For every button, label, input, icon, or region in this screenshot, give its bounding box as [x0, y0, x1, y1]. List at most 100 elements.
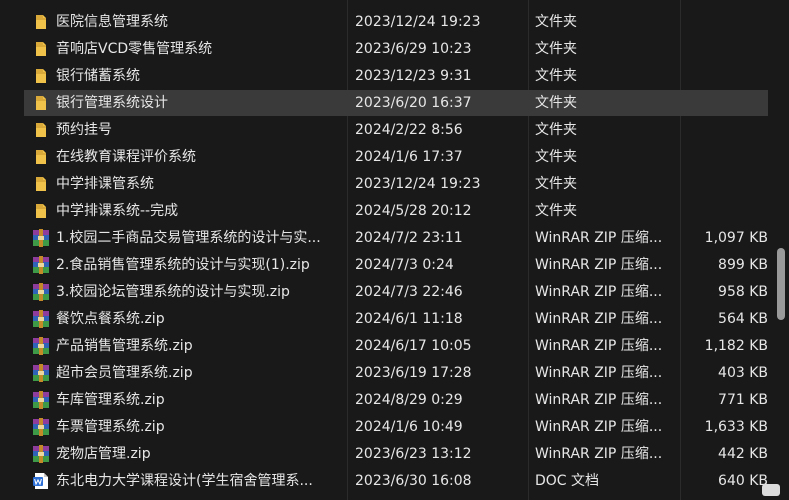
file-row[interactable]: 车库管理系统.zip 2024/8/29 0:29 WinRAR ZIP 压缩...… — [24, 387, 768, 413]
file-row[interactable]: 产品销售管理系统.zip 2024/6/17 10:05 WinRAR ZIP 压缩… — [24, 333, 768, 359]
winrar-zip-icon — [32, 337, 50, 355]
file-row[interactable]: 医院信息管理系统 2023/12/24 19:23 文件夹 — [24, 9, 768, 35]
vertical-scrollbar[interactable] — [771, 0, 789, 500]
file-name: 银行管理系统设计 — [56, 95, 168, 111]
file-size: 403 KB — [718, 365, 768, 381]
modified-date: 2023/12/24 19:23 — [355, 176, 481, 192]
file-row[interactable]: 银行管理系统设计 2023/6/20 16:37 文件夹 — [24, 90, 768, 116]
winrar-zip-icon — [32, 310, 50, 328]
file-type: WinRAR ZIP 压缩... — [535, 392, 663, 408]
word-doc-icon — [32, 472, 50, 490]
file-row[interactable]: 东北电力大学课程设计(学生宿舍管理系... 2023/6/30 16:08 DOC … — [24, 468, 768, 494]
file-name: 宠物店管理.zip — [56, 446, 151, 462]
folder-icon — [32, 40, 50, 58]
file-name: 中学排课管系统 — [56, 176, 154, 192]
file-row[interactable]: 音响店VCD零售管理系统 2023/6/29 10:23 文件夹 — [24, 36, 768, 62]
scrollbar-thumb[interactable] — [777, 248, 785, 320]
modified-date: 2024/7/2 23:11 — [355, 230, 463, 246]
file-size: 958 KB — [718, 284, 768, 300]
file-name: 东北电力大学课程设计(学生宿舍管理系... — [56, 473, 313, 489]
corner-badge — [762, 484, 780, 496]
file-type: WinRAR ZIP 压缩... — [535, 311, 663, 327]
winrar-zip-icon — [32, 364, 50, 382]
modified-date: 2024/7/3 0:24 — [355, 257, 454, 273]
file-name: 车库管理系统.zip — [56, 392, 165, 408]
winrar-zip-icon — [32, 418, 50, 436]
file-size: 899 KB — [718, 257, 768, 273]
file-type: DOC 文档 — [535, 473, 600, 489]
file-explorer: 医院信息管理系统 2023/12/24 19:23 文件夹 音响店VCD零售管理系统 2… — [0, 0, 789, 500]
modified-date: 2024/7/3 22:46 — [355, 284, 463, 300]
modified-date: 2023/6/29 10:23 — [355, 41, 472, 57]
file-size: 1,097 KB — [704, 230, 768, 246]
modified-date: 2023/12/24 19:23 — [355, 14, 481, 30]
file-type: WinRAR ZIP 压缩... — [535, 338, 663, 354]
file-name: 餐饮点餐系统.zip — [56, 311, 165, 327]
file-row[interactable]: 中学排课系统--完成 2024/5/28 20:12 文件夹 — [24, 198, 768, 224]
folder-icon — [32, 175, 50, 193]
file-row[interactable]: 在线教育课程评价系统 2024/1/6 17:37 文件夹 — [24, 144, 768, 170]
file-type: WinRAR ZIP 压缩... — [535, 257, 663, 273]
folder-icon — [32, 94, 50, 112]
file-name: 银行储蓄系统 — [56, 68, 140, 84]
file-name: 音响店VCD零售管理系统 — [56, 41, 213, 57]
folder-icon — [32, 202, 50, 220]
modified-date: 2024/6/17 10:05 — [355, 338, 472, 354]
modified-date: 2024/5/28 20:12 — [355, 203, 472, 219]
winrar-zip-icon — [32, 391, 50, 409]
file-type: WinRAR ZIP 压缩... — [535, 284, 663, 300]
file-type: WinRAR ZIP 压缩... — [535, 446, 663, 462]
file-name: 3.校园论坛管理系统的设计与实现.zip — [56, 284, 290, 300]
file-row[interactable]: 超市会员管理系统.zip 2023/6/19 17:28 WinRAR ZIP 压缩… — [24, 360, 768, 386]
file-size: 1,633 KB — [704, 419, 768, 435]
winrar-zip-icon — [32, 283, 50, 301]
file-name: 预约挂号 — [56, 122, 112, 138]
file-row[interactable]: 2.食品销售管理系统的设计与实现(1).zip 2024/7/3 0:24 WinR… — [24, 252, 768, 278]
folder-icon — [32, 121, 50, 139]
file-name: 超市会员管理系统.zip — [56, 365, 193, 381]
file-row[interactable]: 3.校园论坛管理系统的设计与实现.zip 2024/7/3 22:46 WinRAR… — [24, 279, 768, 305]
winrar-zip-icon — [32, 256, 50, 274]
file-name: 中学排课系统--完成 — [56, 203, 179, 219]
file-row[interactable]: 车票管理系统.zip 2024/1/6 10:49 WinRAR ZIP 压缩...… — [24, 414, 768, 440]
modified-date: 2024/8/29 0:29 — [355, 392, 463, 408]
file-type: 文件夹 — [535, 14, 577, 30]
modified-date: 2023/12/23 9:31 — [355, 68, 472, 84]
modified-date: 2024/1/6 17:37 — [355, 149, 463, 165]
file-name: 医院信息管理系统 — [56, 14, 168, 30]
file-row[interactable]: 1.校园二手商品交易管理系统的设计与实... 2024/7/2 23:11 WinR… — [24, 225, 768, 251]
file-name: 在线教育课程评价系统 — [56, 149, 196, 165]
winrar-zip-icon — [32, 229, 50, 247]
modified-date: 2023/6/23 13:12 — [355, 446, 472, 462]
folder-icon — [32, 67, 50, 85]
file-type: 文件夹 — [535, 95, 577, 111]
file-row[interactable]: 宠物店管理.zip 2023/6/23 13:12 WinRAR ZIP 压缩...… — [24, 441, 768, 467]
file-name: 车票管理系统.zip — [56, 419, 165, 435]
file-type: 文件夹 — [535, 149, 577, 165]
file-name: 产品销售管理系统.zip — [56, 338, 193, 354]
file-size: 564 KB — [718, 311, 768, 327]
file-type: 文件夹 — [535, 68, 577, 84]
winrar-zip-icon — [32, 445, 50, 463]
file-type: 文件夹 — [535, 41, 577, 57]
file-row[interactable]: 中学排课管系统 2023/12/24 19:23 文件夹 — [24, 171, 768, 197]
file-row[interactable]: 餐饮点餐系统.zip 2024/6/1 11:18 WinRAR ZIP 压缩...… — [24, 306, 768, 332]
file-type: 文件夹 — [535, 203, 577, 219]
file-type: WinRAR ZIP 压缩... — [535, 419, 663, 435]
folder-icon — [32, 148, 50, 166]
file-size: 442 KB — [718, 446, 768, 462]
file-row[interactable]: 银行储蓄系统 2023/12/23 9:31 文件夹 — [24, 63, 768, 89]
file-type: 文件夹 — [535, 176, 577, 192]
file-name: 2.食品销售管理系统的设计与实现(1).zip — [56, 257, 310, 273]
file-type: WinRAR ZIP 压缩... — [535, 365, 663, 381]
modified-date: 2024/1/6 10:49 — [355, 419, 463, 435]
folder-icon — [32, 13, 50, 31]
file-row[interactable]: 预约挂号 2024/2/22 8:56 文件夹 — [24, 117, 768, 143]
modified-date: 2024/2/22 8:56 — [355, 122, 463, 138]
modified-date: 2023/6/30 16:08 — [355, 473, 472, 489]
file-size: 771 KB — [718, 392, 768, 408]
modified-date: 2023/6/19 17:28 — [355, 365, 472, 381]
file-size: 640 KB — [718, 473, 768, 489]
file-size: 1,182 KB — [704, 338, 768, 354]
modified-date: 2023/6/20 16:37 — [355, 95, 472, 111]
